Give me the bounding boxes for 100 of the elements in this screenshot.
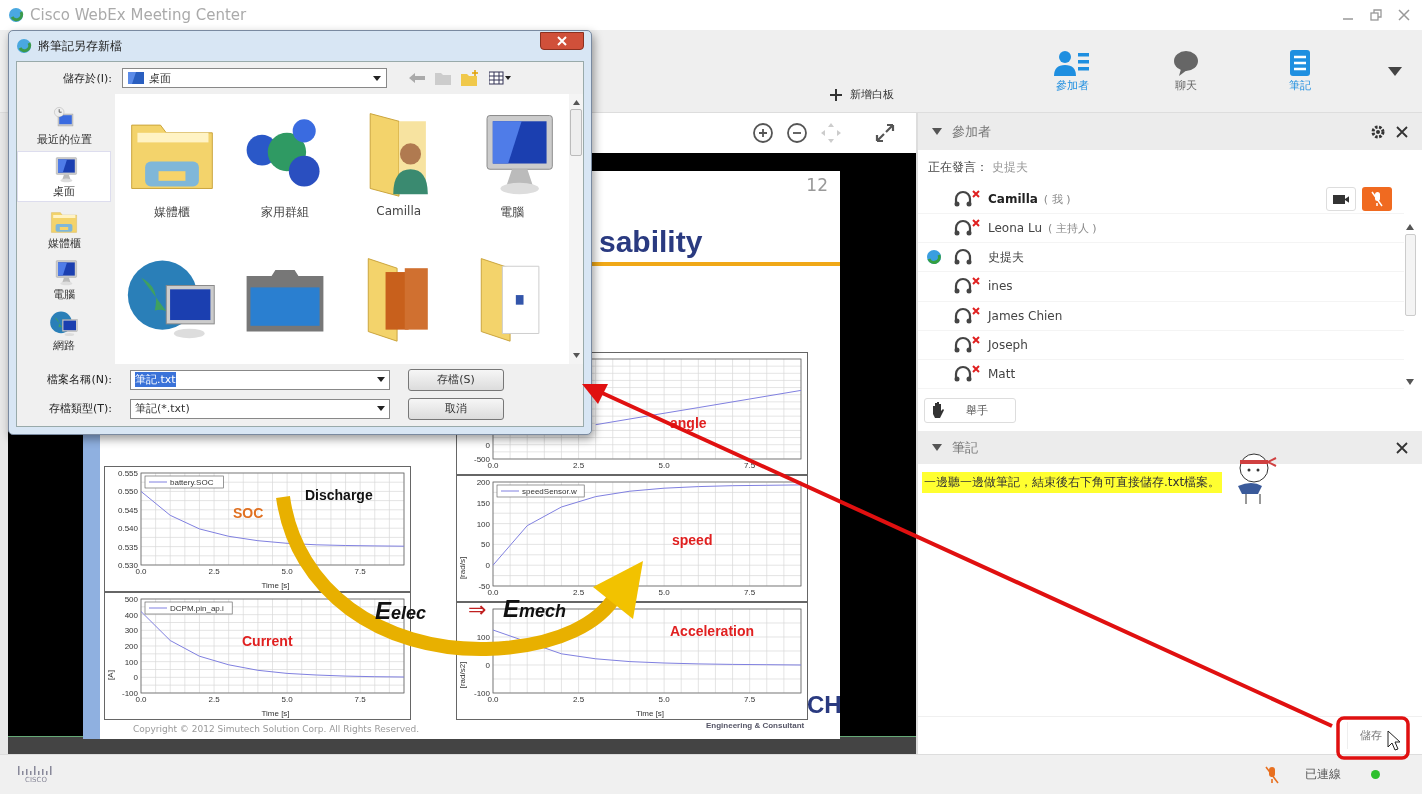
tick-label: 2.5 xyxy=(573,695,585,704)
participant-name: Leona Lu xyxy=(988,221,1043,236)
tick-label: 200 xyxy=(476,478,490,487)
tick-label: 200 xyxy=(124,642,138,651)
file-item[interactable]: 電腦 xyxy=(455,104,569,249)
speaking-label: 正在發言： xyxy=(928,159,988,176)
field-label: 存檔類型(T): xyxy=(48,401,112,416)
participant-role: ( 主持人 ) xyxy=(1048,220,1097,236)
chart-legend: battery.SOC xyxy=(144,475,224,489)
axis-title: Time [s] xyxy=(635,709,665,718)
tick-label: 5.0 xyxy=(658,695,670,704)
axis-title: [A] xyxy=(106,670,115,680)
place-item[interactable]: 網路 xyxy=(17,306,111,355)
tick-label: 5.0 xyxy=(658,588,670,597)
chart-legend: speedSensor.w xyxy=(496,484,585,498)
chart-legend: DCPM.pin_ap.i xyxy=(144,601,233,615)
tick-label: 100 xyxy=(476,519,490,529)
company-logo: CH xyxy=(807,691,842,719)
tick-label: 2.5 xyxy=(208,567,220,576)
save-button[interactable]: 存檔(S) xyxy=(408,368,504,391)
tick-label: 0.0 xyxy=(135,567,147,576)
tick-label: 0.0 xyxy=(487,695,499,704)
tick-label: 0.530 xyxy=(117,561,138,570)
tick-label: 0.545 xyxy=(117,505,138,515)
axis-title: Time [s] xyxy=(261,709,290,718)
file-item[interactable]: 家用群組 xyxy=(228,104,342,249)
tick-label: -100 xyxy=(474,689,490,698)
tick-label: -100 xyxy=(122,689,138,698)
participant-name: 史提夫 xyxy=(988,248,1024,266)
participant-role: ( 我 ) xyxy=(1043,191,1071,207)
participant-row[interactable]: Camilla ( 我 ) xyxy=(918,185,1404,215)
participant-name: James Chien xyxy=(988,308,1063,323)
chart-caption: SOC xyxy=(233,505,264,521)
axis-title: [rad/s] xyxy=(458,556,467,580)
tick-label: 500 xyxy=(124,595,138,604)
tick-label: 0 xyxy=(485,440,490,450)
filename-field[interactable]: 筆記.txt xyxy=(130,369,390,390)
page-number: 12 xyxy=(806,175,828,195)
note-text: 一邊聽一邊做筆記，結束後右下角可直接儲存.txt檔案。 xyxy=(922,472,1223,493)
file-item[interactable]: 媒體櫃 xyxy=(115,104,229,249)
speaker-name: 史提夫 xyxy=(992,159,1028,176)
tick-label: -50 xyxy=(478,582,490,591)
panel-title: 筆記 xyxy=(952,438,978,457)
tick-label: 0.555 xyxy=(117,469,138,478)
tick-label: 2.5 xyxy=(573,588,585,597)
participant-row[interactable]: ines xyxy=(918,272,1404,302)
participant-name: Matt xyxy=(988,366,1016,381)
axis-title: Time [s] xyxy=(261,581,290,590)
tick-label: 300 xyxy=(124,626,138,636)
tick-label: 0.0 xyxy=(487,588,499,597)
tick-label: 150 xyxy=(476,498,490,508)
chart-caption: Acceleration xyxy=(670,623,755,639)
new-whiteboard-button[interactable]: 新增白板 xyxy=(826,85,898,104)
tick-label: 5.0 xyxy=(281,567,293,576)
file-item[interactable]: Camilla xyxy=(342,104,456,249)
implies-arrow: ⇒ xyxy=(468,597,487,622)
tick-label: 7.5 xyxy=(354,567,366,576)
legend-label: battery.SOC xyxy=(170,478,214,487)
place-item[interactable]: 媒體櫃 xyxy=(17,204,111,253)
tick-label: 0.535 xyxy=(117,542,138,552)
chart-caption: Discharge xyxy=(305,487,373,503)
tick-label: 0 xyxy=(133,673,138,683)
place-item[interactable]: 最近的位置 xyxy=(17,100,111,149)
axis-title: [rad/s2] xyxy=(458,661,467,689)
place-item[interactable]: 電腦 xyxy=(17,255,111,304)
place-item[interactable]: 桌面 xyxy=(17,151,111,202)
field-label: 儲存於(I): xyxy=(62,70,112,86)
tick-label: 0.540 xyxy=(117,524,138,534)
window-title: Cisco WebEx Meeting Center xyxy=(30,6,247,24)
tick-label: 5.0 xyxy=(658,461,670,470)
tick-label: 2.5 xyxy=(573,461,585,470)
participant-name: ines xyxy=(988,279,1013,294)
raise-hand-button[interactable]: 舉手 xyxy=(924,397,1016,423)
tick-label: 5.0 xyxy=(281,695,293,704)
tick-label: 100 xyxy=(476,633,490,642)
tick-label: 0 xyxy=(485,561,490,571)
copyright-text: Copyright © 2012 Simutech Solution Corp. All Rights Reserved. xyxy=(133,724,420,734)
panel-tab[interactable]: 聊天 xyxy=(1160,49,1212,93)
tick-label: 0.550 xyxy=(117,487,138,497)
tick-label: 0.0 xyxy=(487,461,499,470)
file-type-dropdown[interactable]: 筆記(*.txt) xyxy=(130,398,390,419)
tick-label: 7.5 xyxy=(744,588,756,597)
participant-row[interactable]: Matt xyxy=(918,359,1404,389)
participant-name: Camilla xyxy=(988,192,1038,207)
tick-label: 100 xyxy=(124,657,138,667)
participant-row[interactable]: 史提夫 xyxy=(918,243,1404,273)
cancel-button[interactable]: 取消 xyxy=(408,397,504,420)
dialog-title: 將筆記另存新檔 xyxy=(38,37,122,55)
location-dropdown[interactable]: 桌面 xyxy=(122,68,387,88)
chart-caption: Current xyxy=(242,633,293,649)
participant-row[interactable]: Joseph xyxy=(918,330,1404,360)
logo-tagline: Engineering & Consultant xyxy=(706,721,805,730)
chart-caption: speed xyxy=(672,532,713,548)
participant-row[interactable]: Leona Lu ( 主持人 ) xyxy=(918,214,1404,244)
participant-row[interactable]: James Chien xyxy=(918,301,1404,331)
panel-title: 參加者 xyxy=(952,122,991,141)
tick-label: 2.5 xyxy=(208,695,220,704)
tick-label: 7.5 xyxy=(744,461,756,470)
participant-name: Joseph xyxy=(988,337,1028,352)
tick-label: 50 xyxy=(481,540,490,550)
